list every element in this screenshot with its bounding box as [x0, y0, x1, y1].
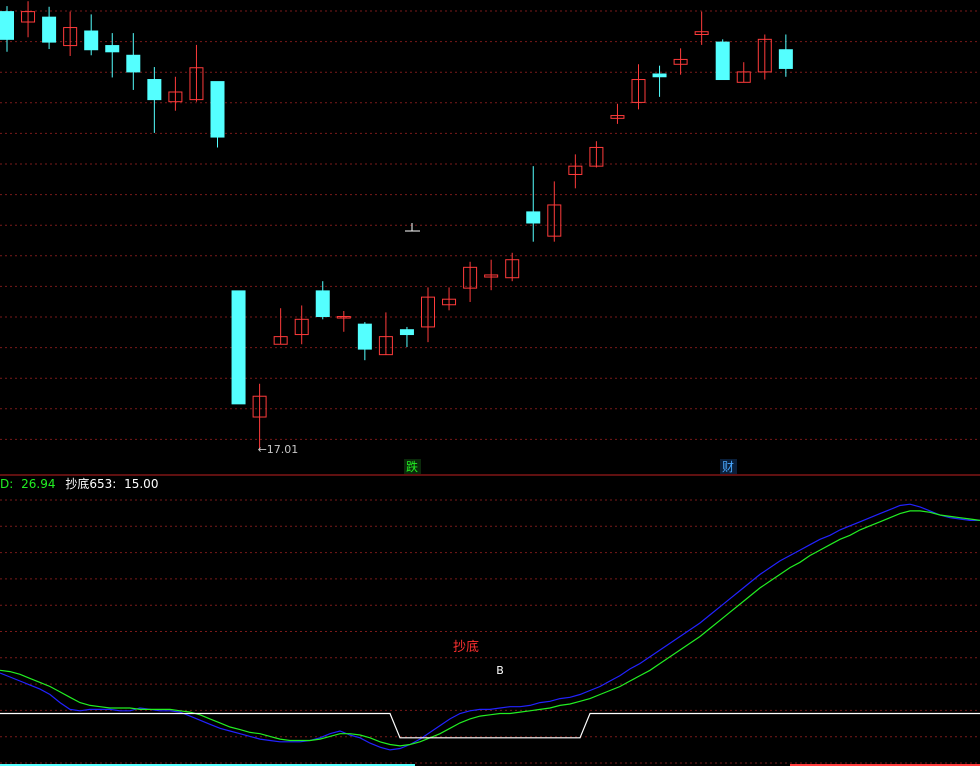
chart-stage: ←17.01 跌 财 D: 26.94 抄底653: 15.00 抄底 B — [0, 0, 980, 766]
indicator-label: 抄底653: — [65, 476, 116, 491]
candle-body-down — [126, 54, 141, 73]
indicator-value-2: 15.00 — [124, 477, 158, 491]
candle-body-down — [231, 290, 246, 405]
candle-body-down — [715, 41, 730, 81]
candle-body-down — [315, 290, 330, 318]
candle-body-down — [357, 323, 372, 350]
event-tag-finance[interactable]: 财 — [722, 460, 734, 474]
candle-body-down — [147, 79, 162, 101]
candle-body-down — [84, 30, 99, 51]
candle-body-down — [0, 11, 14, 40]
candle-body-down — [399, 329, 414, 336]
chart-background — [0, 0, 980, 766]
candle-body-down — [778, 49, 793, 69]
candle-body-down — [42, 16, 57, 43]
event-tag-drop[interactable]: 跌 — [406, 459, 418, 474]
candle-body-down — [652, 73, 667, 78]
signal-label: 抄底 — [453, 639, 479, 655]
indicator-value-1: 26.94 — [21, 477, 55, 491]
low-price-marker: ←17.01 — [258, 443, 299, 456]
candle — [715, 39, 730, 81]
buy-marker: B — [496, 664, 504, 677]
indicator-header: D: 26.94 抄底653: 15.00 — [0, 476, 158, 491]
candle — [231, 290, 246, 405]
candle-body-down — [105, 45, 120, 53]
candle-body-down — [210, 81, 225, 138]
indicator-prefix: D: — [0, 477, 13, 491]
candle-body-down — [526, 211, 541, 224]
